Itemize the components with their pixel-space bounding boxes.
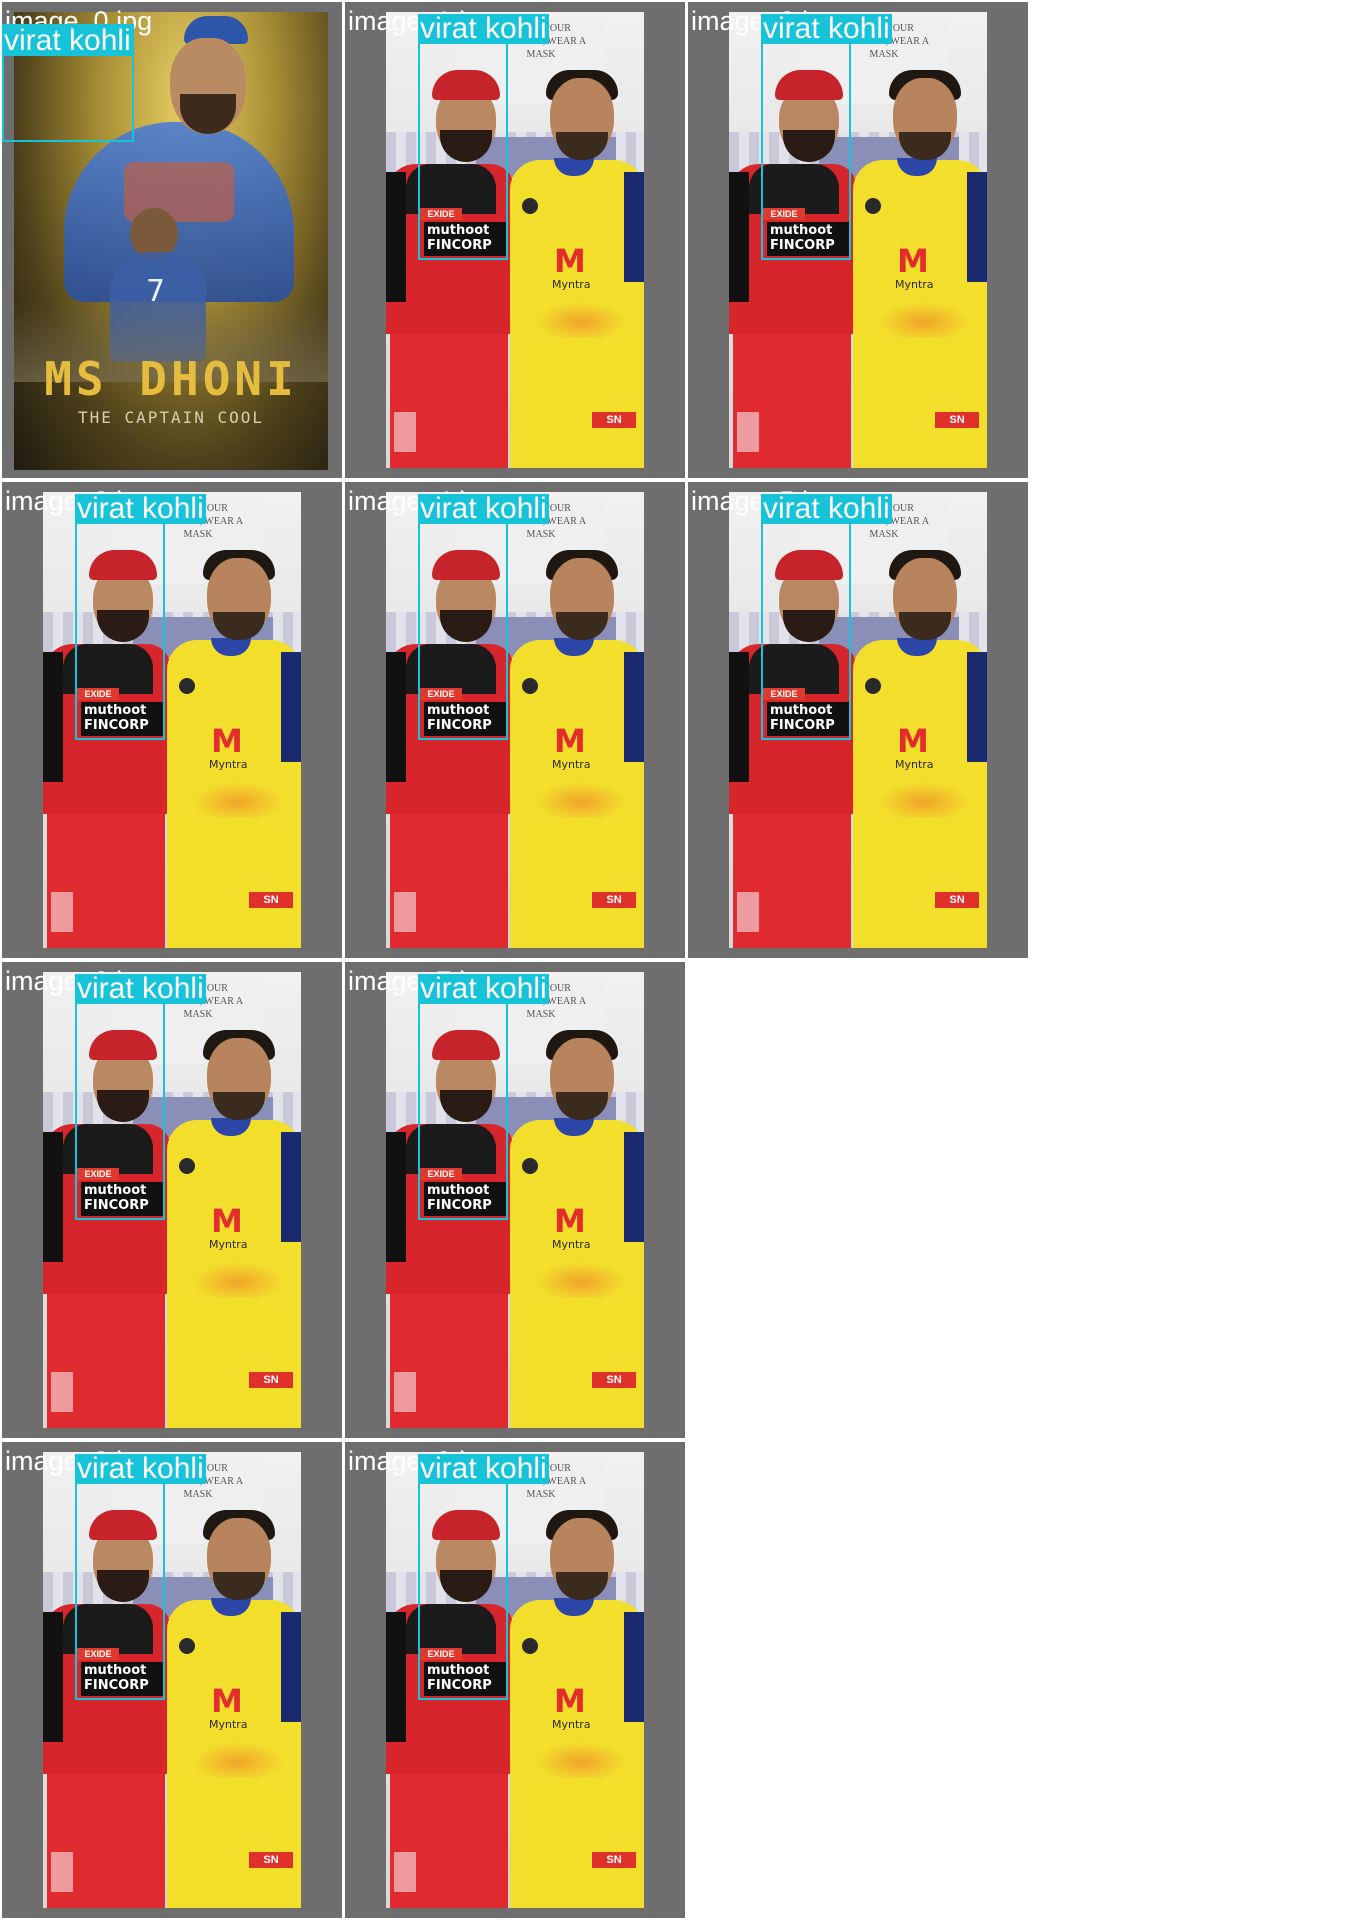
detection-label: virat kohli [761,492,892,525]
detection-box [75,1482,165,1700]
myntra-m-logo: M [897,722,929,760]
sn-badge: SN [592,892,636,908]
sn-badge: SN [592,1852,636,1868]
image-tile: WEAR YOUR COLOURS, WEAR A MASK EXIDE mut… [688,2,1028,478]
sn-badge: SN [935,892,979,908]
sn-badge: SN [592,412,636,428]
image-tile: WEAR YOUR COLOURS, WEAR A MASK EXIDE mut… [345,482,685,958]
myntra-text: Myntra [209,1238,248,1251]
detection-box [418,1482,508,1700]
sn-badge: SN [249,892,293,908]
myntra-m-logo: M [211,722,243,760]
image-tile: WEAR YOUR COLOURS, WEAR A MASK EXIDE mut… [2,1442,342,1918]
sn-badge: SN [249,1852,293,1868]
myntra-text: Myntra [552,1238,591,1251]
image-tile: WEAR YOUR COLOURS, WEAR A MASK EXIDE mut… [2,482,342,958]
detection-label: virat kohli [761,12,892,45]
myntra-m-logo: M [554,722,586,760]
image-tile: WEAR YOUR COLOURS, WEAR A MASK EXIDE mut… [2,962,342,1438]
sn-badge: SN [592,1372,636,1388]
detection-box [761,522,851,740]
detection-label: virat kohli [75,972,206,1005]
myntra-text: Myntra [552,758,591,771]
detection-label: virat kohli [418,972,549,1005]
myntra-text: Myntra [552,1718,591,1731]
poster-title: MS DHONI [44,352,298,406]
detection-box [75,1002,165,1220]
detection-label: virat kohli [418,1452,549,1485]
myntra-m-logo: M [554,1682,586,1720]
poster-subtitle: THE CAPTAIN COOL [77,408,265,427]
image-tile: WEAR YOUR COLOURS, WEAR A MASK EXIDE mut… [345,962,685,1438]
detection-label: virat kohli [75,492,206,525]
image-tile: WEAR YOUR COLOURS, WEAR A MASK EXIDE mut… [688,482,1028,958]
image-tile: WEAR YOUR COLOURS, WEAR A MASK EXIDE mut… [345,2,685,478]
image-tile: 7 MS DHONI THE CAPTAIN COOL image_0.jpg … [2,2,342,478]
detection-box [418,522,508,740]
myntra-text: Myntra [209,758,248,771]
myntra-m-logo: M [554,1202,586,1240]
sn-badge: SN [249,1372,293,1388]
detection-box [761,42,851,260]
detection-box [418,42,508,260]
myntra-text: Myntra [209,1718,248,1731]
image-tile: WEAR YOUR COLOURS, WEAR A MASK EXIDE mut… [345,1442,685,1918]
myntra-m-logo: M [211,1202,243,1240]
myntra-text: Myntra [895,758,934,771]
myntra-text: Myntra [895,278,934,291]
myntra-m-logo: M [554,242,586,280]
detection-label: virat kohli [75,1452,206,1485]
myntra-text: Myntra [552,278,591,291]
detection-label: virat kohli [418,492,549,525]
detection-label: virat kohli [2,24,133,57]
detection-box [75,522,165,740]
detection-box [418,1002,508,1220]
sn-badge: SN [935,412,979,428]
myntra-m-logo: M [897,242,929,280]
myntra-m-logo: M [211,1682,243,1720]
detection-label: virat kohli [418,12,549,45]
